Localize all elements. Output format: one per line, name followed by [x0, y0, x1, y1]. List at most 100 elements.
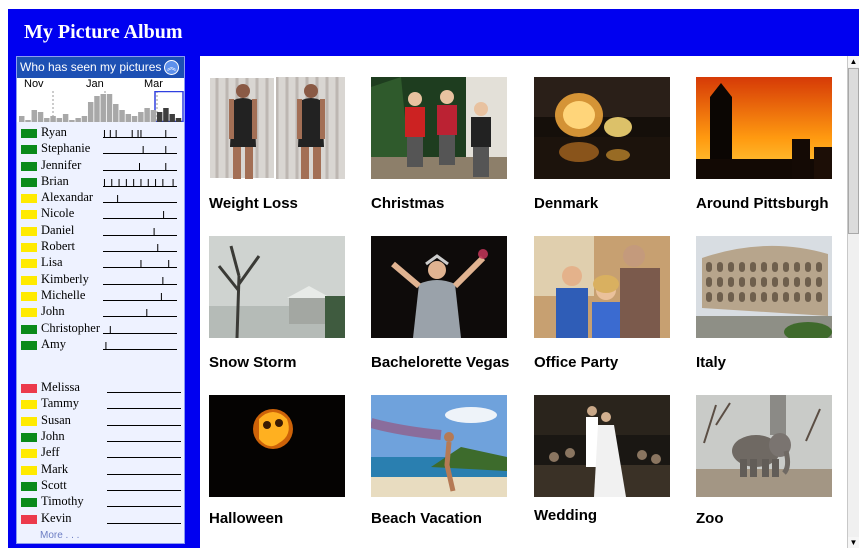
- album-tile[interactable]: Christmas: [371, 77, 507, 212]
- album-grid: Weight Loss Christmas Denmark Around Pittsb…: [200, 56, 847, 548]
- viewer-item[interactable]: Jeff: [17, 445, 184, 461]
- album-thumbnail[interactable]: [534, 236, 670, 338]
- album-tile[interactable]: Zoo: [696, 395, 832, 527]
- viewer-item[interactable]: Melissa: [17, 380, 184, 396]
- album-tile[interactable]: Weight Loss: [209, 77, 345, 212]
- album-thumbnail[interactable]: [534, 395, 670, 497]
- viewers-panel-title: Who has seen my pictures: [20, 60, 162, 74]
- histogram-bar: [25, 120, 31, 122]
- vertical-scrollbar[interactable]: ▲ ▼: [847, 56, 859, 548]
- viewer-item[interactable]: Tammy: [17, 396, 184, 412]
- status-swatch: [21, 449, 37, 459]
- viewer-item[interactable]: Mark: [17, 462, 184, 478]
- album-title[interactable]: Around Pittsburgh: [696, 195, 828, 212]
- album-title[interactable]: Beach Vacation: [371, 510, 482, 527]
- viewer-item[interactable]: Kevin: [17, 511, 184, 527]
- album-tile[interactable]: Snow Storm: [209, 236, 345, 371]
- viewer-name: Amy: [41, 336, 66, 351]
- histogram-bar: [113, 104, 119, 122]
- double-chevron-up-icon[interactable]: ︽: [164, 60, 179, 75]
- viewer-item[interactable]: Nicole: [17, 206, 184, 222]
- viewer-item[interactable]: Christopher: [17, 321, 184, 337]
- histogram-bar: [169, 114, 175, 122]
- album-thumbnail[interactable]: [209, 236, 345, 338]
- status-swatch: [21, 161, 37, 171]
- viewer-item[interactable]: Scott: [17, 478, 184, 494]
- album-title[interactable]: Denmark: [534, 195, 598, 212]
- album-tile[interactable]: Italy: [696, 236, 832, 371]
- status-swatch: [21, 465, 37, 475]
- album-tile[interactable]: Halloween: [209, 395, 345, 527]
- viewer-list: Ryan Stephanie Jennifer Brian Alexandar Nicol…: [17, 125, 184, 353]
- album-tile[interactable]: Denmark: [534, 77, 670, 212]
- album-tile[interactable]: Office Party: [534, 236, 670, 371]
- viewer-name: John: [41, 304, 65, 319]
- album-title[interactable]: Snow Storm: [209, 354, 297, 371]
- album-title[interactable]: Wedding: [534, 507, 597, 524]
- app-title: My Picture Album: [24, 21, 183, 43]
- view-timeline: [107, 441, 181, 443]
- histogram-bar: [125, 114, 132, 122]
- viewer-item[interactable]: Stephanie: [17, 141, 184, 157]
- histogram-bar: [62, 114, 69, 122]
- histogram-bar: [19, 116, 25, 122]
- scrollbar-thumb[interactable]: [848, 68, 859, 234]
- album-thumbnail[interactable]: [371, 236, 507, 338]
- histogram-bar: [31, 110, 38, 122]
- viewer-item[interactable]: Daniel: [17, 223, 184, 239]
- viewer-item[interactable]: Michelle: [17, 288, 184, 304]
- viewer-name: Susan: [41, 412, 71, 427]
- view-timeline: [103, 309, 177, 318]
- more-link[interactable]: More . . .: [40, 530, 79, 541]
- viewer-item[interactable]: Kimberly: [17, 272, 184, 288]
- histogram-bar: [156, 112, 163, 122]
- album-title[interactable]: Weight Loss: [209, 195, 298, 212]
- viewer-item[interactable]: Ryan: [17, 125, 184, 141]
- status-swatch: [21, 384, 37, 394]
- album-tile[interactable]: Bachelorette Vegas: [371, 236, 509, 371]
- viewer-item[interactable]: Susan: [17, 413, 184, 429]
- viewer-item[interactable]: Timothy: [17, 494, 184, 510]
- scroll-down-arrow-icon[interactable]: ▼: [848, 537, 859, 548]
- view-timeline: [103, 162, 177, 171]
- viewer-item[interactable]: Robert: [17, 239, 184, 255]
- viewer-item[interactable]: Alexandar: [17, 190, 184, 206]
- album-tile[interactable]: Around Pittsburgh: [696, 77, 832, 212]
- album-thumbnail[interactable]: [534, 77, 670, 179]
- status-swatch: [21, 481, 37, 491]
- album-thumbnail[interactable]: [696, 77, 832, 179]
- album-title[interactable]: Zoo: [696, 510, 724, 527]
- histogram-bar: [138, 112, 144, 122]
- album-thumbnail[interactable]: [371, 77, 507, 179]
- histogram-bar: [106, 94, 113, 122]
- histogram-bar: [75, 118, 81, 122]
- album-thumbnail[interactable]: [371, 395, 507, 497]
- album-title[interactable]: Bachelorette Vegas: [371, 354, 509, 371]
- views-histogram[interactable]: [17, 91, 184, 122]
- album-thumbnail[interactable]: [696, 236, 832, 338]
- viewer-item[interactable]: Jennifer: [17, 158, 184, 174]
- album-title[interactable]: Christmas: [371, 195, 444, 212]
- album-thumbnail[interactable]: [209, 395, 345, 497]
- viewers-panel-header[interactable]: Who has seen my pictures ︽: [17, 57, 184, 78]
- viewer-item[interactable]: Amy: [17, 337, 184, 353]
- viewer-item[interactable]: John: [17, 304, 184, 320]
- album-tile[interactable]: Wedding: [534, 395, 670, 524]
- viewer-item[interactable]: John: [17, 429, 184, 445]
- histogram-bar: [94, 96, 100, 122]
- scroll-up-arrow-icon[interactable]: ▲: [848, 56, 859, 67]
- album-thumbnail[interactable]: [209, 77, 345, 179]
- view-timeline: [103, 195, 177, 204]
- viewer-item[interactable]: Brian: [17, 174, 184, 190]
- histogram-bar: [175, 118, 182, 122]
- album-title[interactable]: Halloween: [209, 510, 283, 527]
- viewer-name: Melissa: [41, 380, 80, 395]
- album-title[interactable]: Italy: [696, 354, 726, 371]
- viewer-name: Christopher: [41, 320, 101, 335]
- album-title[interactable]: Office Party: [534, 354, 618, 371]
- view-timeline: [107, 392, 181, 394]
- viewer-item[interactable]: Lisa: [17, 255, 184, 271]
- album-thumbnail[interactable]: [696, 395, 832, 497]
- viewer-name: Michelle: [41, 287, 86, 302]
- album-tile[interactable]: Beach Vacation: [371, 395, 507, 527]
